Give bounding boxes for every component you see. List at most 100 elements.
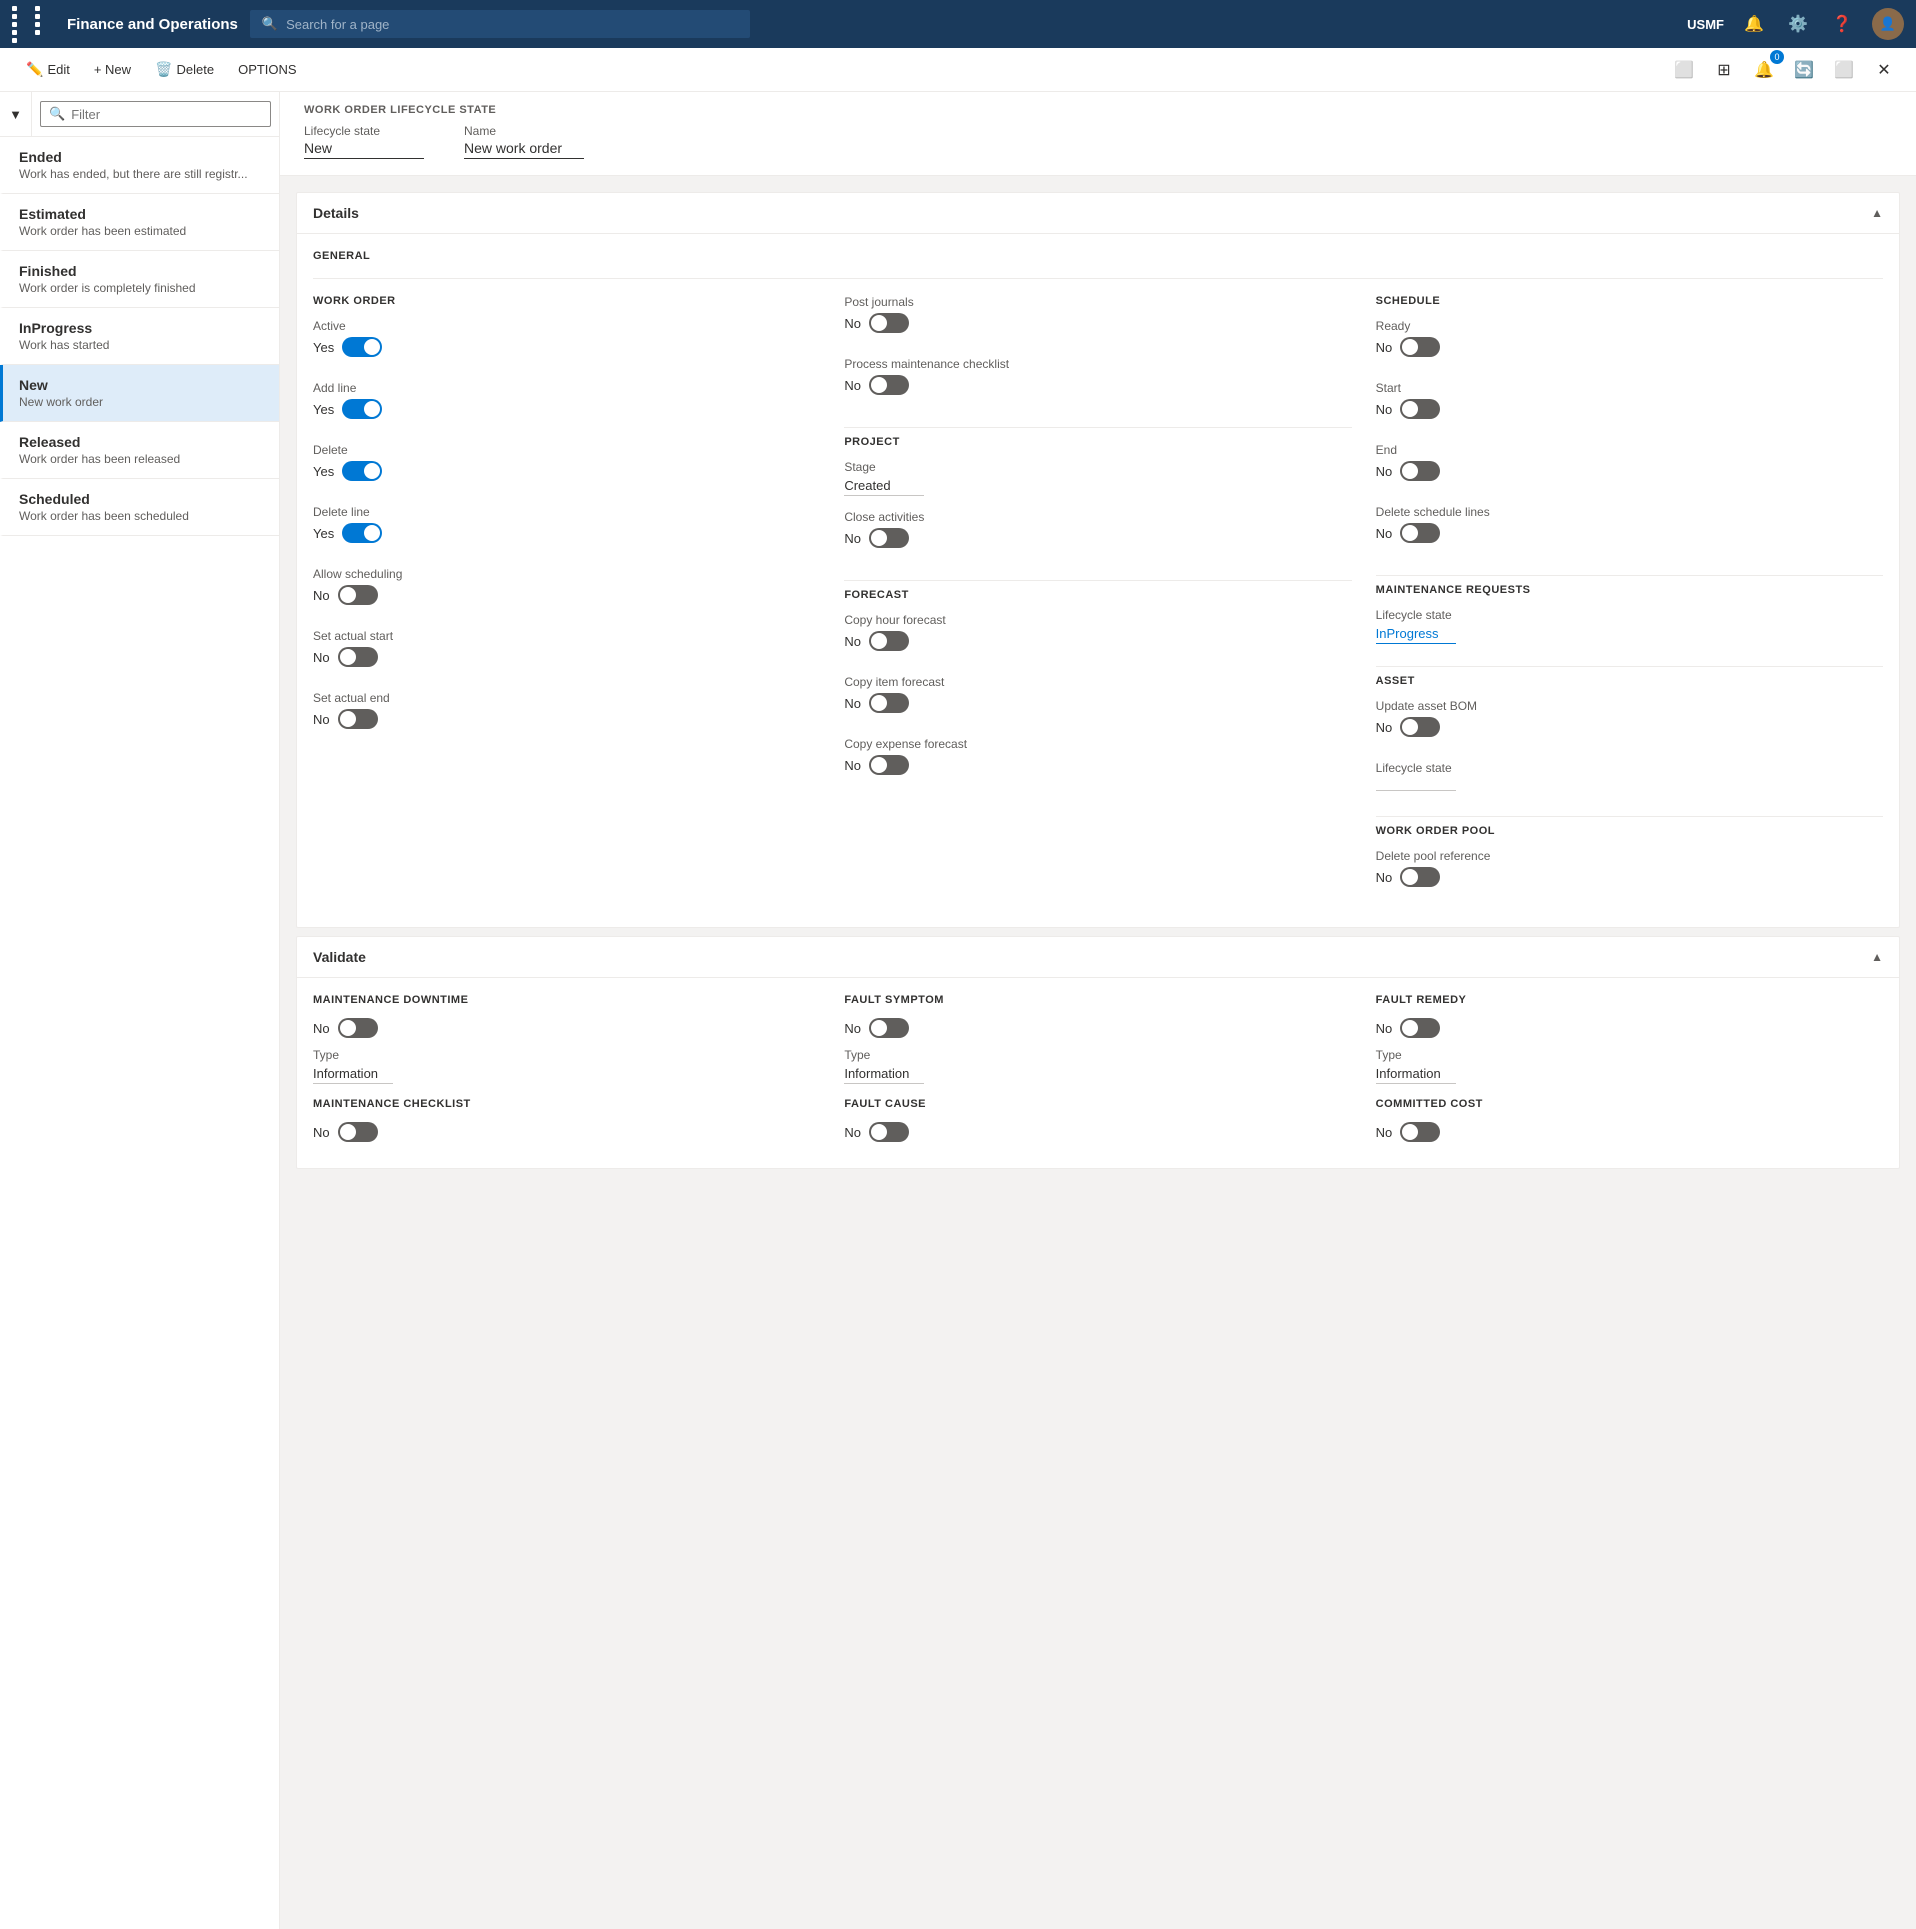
details-section-body: General WORK ORDER Active Yes xyxy=(297,234,1899,927)
fault-cause-toggle[interactable] xyxy=(869,1122,909,1142)
delete-field: Delete Yes xyxy=(313,443,820,491)
sidebar-search-icon: 🔍 xyxy=(49,106,65,122)
stage-value: Created xyxy=(844,478,924,496)
filter-icon[interactable]: ▼ xyxy=(0,92,32,136)
set-actual-end-toggle[interactable] xyxy=(338,709,378,729)
details-collapse-icon: ▲ xyxy=(1871,206,1883,220)
copy-expense-forecast-toggle[interactable] xyxy=(869,755,909,775)
active-toggle[interactable] xyxy=(342,337,382,357)
set-actual-start-toggle[interactable] xyxy=(338,647,378,667)
lifecycle-state-value: New xyxy=(304,140,424,159)
validate-section-card: Validate ▲ MAINTENANCE DOWNTIME No xyxy=(296,936,1900,1169)
ready-toggle[interactable] xyxy=(1400,337,1440,357)
refresh-icon[interactable]: 🔄 xyxy=(1788,54,1820,86)
general-section-title: General xyxy=(313,250,1883,262)
process-maintenance-checklist-toggle[interactable] xyxy=(869,375,909,395)
new-button[interactable]: + New xyxy=(84,56,141,83)
settings-icon[interactable]: ⚙️ xyxy=(1784,10,1812,38)
fault-cause-group: FAULT CAUSE No xyxy=(844,1098,1351,1152)
end-toggle[interactable] xyxy=(1400,461,1440,481)
committed-cost-group: COMMITTED COST No xyxy=(1376,1098,1883,1152)
notification-badge[interactable]: 🔔0 xyxy=(1748,54,1780,86)
start-field: Start No xyxy=(1376,381,1883,429)
maximize-icon[interactable]: ⬜ xyxy=(1828,54,1860,86)
ready-field: Ready No xyxy=(1376,319,1883,367)
copy-item-forecast-field: Copy item forecast No xyxy=(844,675,1351,723)
add-line-toggle[interactable] xyxy=(342,399,382,419)
post-journals-toggle[interactable] xyxy=(869,313,909,333)
delete-line-field: Delete line Yes xyxy=(313,505,820,553)
fault-remedy-type-value: Information xyxy=(1376,1066,1456,1084)
copy-hour-forecast-toggle[interactable] xyxy=(869,631,909,651)
right-column: SCHEDULE Ready No Start xyxy=(1376,295,1883,911)
record-header-label: WORK ORDER LIFECYCLE STATE xyxy=(304,104,1892,116)
sidebar-item-inprogress[interactable]: InProgress Work has started xyxy=(0,308,279,365)
app-title: Finance and Operations xyxy=(67,16,238,33)
global-search[interactable]: 🔍 xyxy=(250,10,750,38)
committed-cost-toggle[interactable] xyxy=(1400,1122,1440,1142)
command-bar: ✏️ Edit + New 🗑️ Delete OPTIONS ⬜ ⊞ 🔔0 🔄… xyxy=(0,48,1916,92)
search-icon: 🔍 xyxy=(262,16,278,32)
fault-remedy-group: FAULT REMEDY No Type Information xyxy=(1376,994,1883,1098)
asset-lifecycle-field: Lifecycle state xyxy=(1376,761,1883,794)
forecast-group-title: FORECAST xyxy=(844,589,1351,601)
sidebar-item-finished[interactable]: Finished Work order is completely finish… xyxy=(0,251,279,308)
help-icon[interactable]: ❓ xyxy=(1828,10,1856,38)
apps-icon[interactable]: ⊞ xyxy=(1708,54,1740,86)
delete-schedule-lines-field: Delete schedule lines No xyxy=(1376,505,1883,553)
maintenance-checklist-toggle[interactable] xyxy=(338,1122,378,1142)
copy-item-forecast-toggle[interactable] xyxy=(869,693,909,713)
close-activities-toggle[interactable] xyxy=(869,528,909,548)
details-section-header[interactable]: Details ▲ xyxy=(297,193,1899,234)
work-order-column: WORK ORDER Active Yes Add line xyxy=(313,295,820,911)
maintenance-downtime-type-field: Type Information xyxy=(313,1048,820,1084)
region-label: USMF xyxy=(1687,17,1724,32)
set-actual-end-field: Set actual end No xyxy=(313,691,820,739)
delete-icon: 🗑️ xyxy=(155,61,172,78)
fault-symptom-toggle[interactable] xyxy=(869,1018,909,1038)
validate-section-header[interactable]: Validate ▲ xyxy=(297,937,1899,978)
notification-icon[interactable]: 🔔 xyxy=(1740,10,1768,38)
app-grid-icon[interactable] xyxy=(12,6,55,43)
validate-collapse-icon: ▲ xyxy=(1871,950,1883,964)
end-field: End No xyxy=(1376,443,1883,491)
sidebar-item-new[interactable]: New New work order xyxy=(0,365,279,422)
post-journals-field: Post journals No xyxy=(844,295,1351,343)
maintenance-requests-lifecycle-field: Lifecycle state InProgress xyxy=(1376,608,1883,644)
details-wrapper: Details ▲ General WORK ORDER Active xyxy=(280,176,1916,1185)
sidebar-filter-input[interactable] xyxy=(71,107,262,122)
maintenance-checklist-title: MAINTENANCE CHECKLIST xyxy=(313,1098,820,1110)
asset-group-title: ASSET xyxy=(1376,675,1883,687)
search-input[interactable] xyxy=(286,17,738,32)
lifecycle-state-field: Lifecycle state New xyxy=(304,124,424,159)
sidebar-item-ended[interactable]: Ended Work has ended, but there are stil… xyxy=(0,137,279,194)
allow-scheduling-toggle[interactable] xyxy=(338,585,378,605)
delete-pool-reference-field: Delete pool reference No xyxy=(1376,849,1883,897)
delete-toggle[interactable] xyxy=(342,461,382,481)
view-icon[interactable]: ⬜ xyxy=(1668,54,1700,86)
close-icon[interactable]: ✕ xyxy=(1868,54,1900,86)
set-actual-start-field: Set actual start No xyxy=(313,629,820,677)
allow-scheduling-field: Allow scheduling No xyxy=(313,567,820,615)
fault-remedy-toggle[interactable] xyxy=(1400,1018,1440,1038)
update-asset-bom-toggle[interactable] xyxy=(1400,717,1440,737)
edit-button[interactable]: ✏️ Edit xyxy=(16,55,80,84)
work-order-pool-title: WORK ORDER POOL xyxy=(1376,825,1883,837)
active-field: Active Yes xyxy=(313,319,820,367)
delete-button[interactable]: 🗑️ Delete xyxy=(145,55,224,84)
sidebar-item-released[interactable]: Released Work order has been released xyxy=(0,422,279,479)
maintenance-downtime-toggle[interactable] xyxy=(338,1018,378,1038)
delete-pool-reference-toggle[interactable] xyxy=(1400,867,1440,887)
add-line-field: Add line Yes xyxy=(313,381,820,429)
name-value: New work order xyxy=(464,140,584,159)
sidebar-item-estimated[interactable]: Estimated Work order has been estimated xyxy=(0,194,279,251)
options-button[interactable]: OPTIONS xyxy=(228,56,307,83)
fault-remedy-type-field: Type Information xyxy=(1376,1048,1883,1084)
maintenance-requests-lifecycle-value[interactable]: InProgress xyxy=(1376,626,1456,644)
delete-line-toggle[interactable] xyxy=(342,523,382,543)
user-avatar[interactable]: 👤 xyxy=(1872,8,1904,40)
update-asset-bom-field: Update asset BOM No xyxy=(1376,699,1883,747)
delete-schedule-lines-toggle[interactable] xyxy=(1400,523,1440,543)
start-toggle[interactable] xyxy=(1400,399,1440,419)
sidebar-item-scheduled[interactable]: Scheduled Work order has been scheduled xyxy=(0,479,279,536)
